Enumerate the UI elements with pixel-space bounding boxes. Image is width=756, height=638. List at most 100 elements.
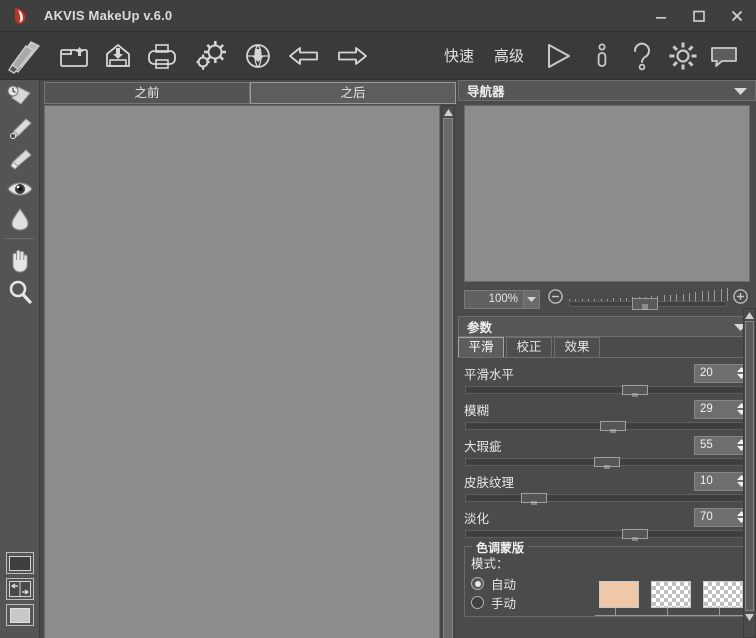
- parameter-label: 皮肤纹理: [464, 472, 694, 491]
- parameters-title: 参数: [467, 317, 492, 336]
- window-title: AKVIS MakeUp v.6.0: [44, 8, 172, 23]
- open-folder-icon[interactable]: [52, 34, 96, 78]
- panel-vertical-scrollbar[interactable]: [743, 308, 756, 638]
- parameter-slider-thumb[interactable]: [521, 493, 547, 503]
- parameters-tabs: 平滑 校正 效果: [458, 337, 756, 357]
- mode-quick-button[interactable]: 快速: [434, 45, 484, 66]
- vertical-scroll-thumb[interactable]: [443, 118, 453, 638]
- gear-icon[interactable]: [662, 34, 704, 78]
- parameter-row-1: 模糊29: [458, 398, 756, 420]
- tool-smudge-brush[interactable]: [0, 144, 40, 174]
- parameter-value: 70: [695, 511, 734, 523]
- play-triangle-icon[interactable]: [534, 34, 582, 78]
- parameter-spinner[interactable]: 70: [694, 508, 750, 527]
- globe-download-icon[interactable]: [236, 34, 280, 78]
- tab-correction[interactable]: 校正: [506, 337, 552, 357]
- panel-scroll-up-icon[interactable]: [744, 309, 755, 321]
- parameter-slider-track[interactable]: [465, 494, 749, 502]
- parameters-panel-header[interactable]: 参数: [458, 316, 756, 337]
- empty-swatch-2[interactable]: [651, 581, 691, 608]
- panel-scroll-thumb[interactable]: [745, 321, 754, 611]
- radio-auto-label: 自动: [491, 574, 516, 593]
- tone-swatches: [599, 581, 743, 608]
- parameter-value: 55: [695, 439, 734, 451]
- speech-bubble-icon[interactable]: [704, 34, 744, 78]
- radio-auto-indicator[interactable]: [471, 577, 484, 590]
- parameter-slider-thumb[interactable]: [600, 421, 626, 431]
- parameters-tabs-wrap: 平滑 校正 效果: [458, 337, 756, 358]
- tab-after[interactable]: 之后: [250, 82, 456, 104]
- skin-tone-swatch[interactable]: [599, 581, 639, 608]
- question-mark-icon[interactable]: [622, 34, 662, 78]
- minimize-icon[interactable]: [642, 0, 680, 32]
- zoom-control-row: 100%: [464, 288, 750, 310]
- title-bar: AKVIS MakeUp v.6.0: [0, 0, 756, 32]
- save-disk-icon[interactable]: [96, 34, 140, 78]
- mode-advanced-button[interactable]: 高级: [484, 45, 534, 66]
- parameter-label: 模糊: [464, 400, 694, 419]
- akvis-logo-icon: [10, 5, 32, 27]
- info-icon[interactable]: [582, 34, 622, 78]
- close-icon[interactable]: [718, 0, 756, 32]
- tool-blur-drop[interactable]: [0, 204, 40, 234]
- gears-icon[interactable]: [184, 34, 236, 78]
- rail-bottom-group: [0, 548, 40, 630]
- parameter-slider-track[interactable]: [465, 530, 749, 538]
- zoom-tick: [702, 291, 703, 301]
- tab-smoothing[interactable]: 平滑: [458, 337, 504, 357]
- radio-manual-label: 手动: [491, 593, 516, 612]
- parameter-value: 10: [695, 475, 734, 487]
- scroll-up-arrow-icon[interactable]: [442, 106, 454, 118]
- tool-exclusion-brush[interactable]: [0, 80, 40, 114]
- parameter-slider-track[interactable]: [465, 386, 749, 394]
- zoom-level-combobox[interactable]: 100%: [464, 290, 540, 309]
- tab-effects[interactable]: 效果: [554, 337, 600, 357]
- parameter-slider-thumb[interactable]: [594, 457, 620, 467]
- maximize-icon[interactable]: [680, 0, 718, 32]
- parameter-sliders: 平滑水平20模糊29大瑕疵55皮肤纹理10淡化70: [458, 362, 756, 538]
- empty-swatch-3[interactable]: [703, 581, 743, 608]
- parameter-spinner[interactable]: 20: [694, 364, 750, 383]
- printer-icon[interactable]: [140, 34, 184, 78]
- canvas-area: 之前 之后: [40, 80, 458, 638]
- canvas-tabs: 之前 之后: [44, 82, 456, 104]
- tool-hand[interactable]: [0, 243, 40, 277]
- parameter-row-3: 皮肤纹理10: [458, 470, 756, 492]
- canvas-vertical-scrollbar[interactable]: [441, 105, 455, 638]
- makeup-brushes-icon[interactable]: [0, 34, 52, 78]
- navigator-panel-header[interactable]: 导航器: [458, 80, 756, 101]
- parameter-slider-thumb[interactable]: [622, 385, 648, 395]
- parameter-slider-track[interactable]: [465, 422, 749, 430]
- split-view-icon[interactable]: [6, 578, 34, 600]
- tool-history-brush[interactable]: [0, 114, 40, 144]
- chevron-down-icon[interactable]: [734, 84, 747, 98]
- zoom-slider-thumb[interactable]: [632, 298, 658, 310]
- zoom-level-value: 100%: [465, 293, 523, 305]
- plus-circle-icon[interactable]: [733, 289, 748, 309]
- parameter-slider-thumb[interactable]: [622, 529, 648, 539]
- parameter-spinner[interactable]: 55: [694, 436, 750, 455]
- arrow-right-icon[interactable]: [328, 34, 376, 78]
- parameter-spinner[interactable]: 29: [694, 400, 750, 419]
- zoom-tick: [683, 294, 684, 302]
- navigator-preview[interactable]: [464, 105, 750, 282]
- parameter-slider-track[interactable]: [465, 458, 749, 466]
- fit-to-view-icon[interactable]: [6, 552, 34, 574]
- panel-scroll-down-icon[interactable]: [744, 611, 755, 623]
- minus-circle-icon[interactable]: [548, 289, 563, 309]
- tab-before[interactable]: 之前: [44, 82, 250, 104]
- zoom-tick: [676, 294, 677, 301]
- tool-red-eye[interactable]: [0, 174, 40, 204]
- main-toolbar: 快速 高级: [0, 32, 756, 80]
- parameter-row-0: 平滑水平20: [458, 362, 756, 384]
- background-color-icon[interactable]: [6, 604, 34, 626]
- radio-manual-indicator[interactable]: [471, 596, 484, 609]
- arrow-left-icon[interactable]: [280, 34, 328, 78]
- zoom-slider[interactable]: [569, 288, 727, 310]
- tool-zoom-magnifier[interactable]: [0, 277, 40, 307]
- zoom-tick: [727, 288, 728, 301]
- image-viewport[interactable]: [44, 105, 440, 638]
- parameter-label: 淡化: [464, 508, 694, 527]
- parameter-spinner[interactable]: 10: [694, 472, 750, 491]
- chevron-down-icon[interactable]: [523, 291, 539, 308]
